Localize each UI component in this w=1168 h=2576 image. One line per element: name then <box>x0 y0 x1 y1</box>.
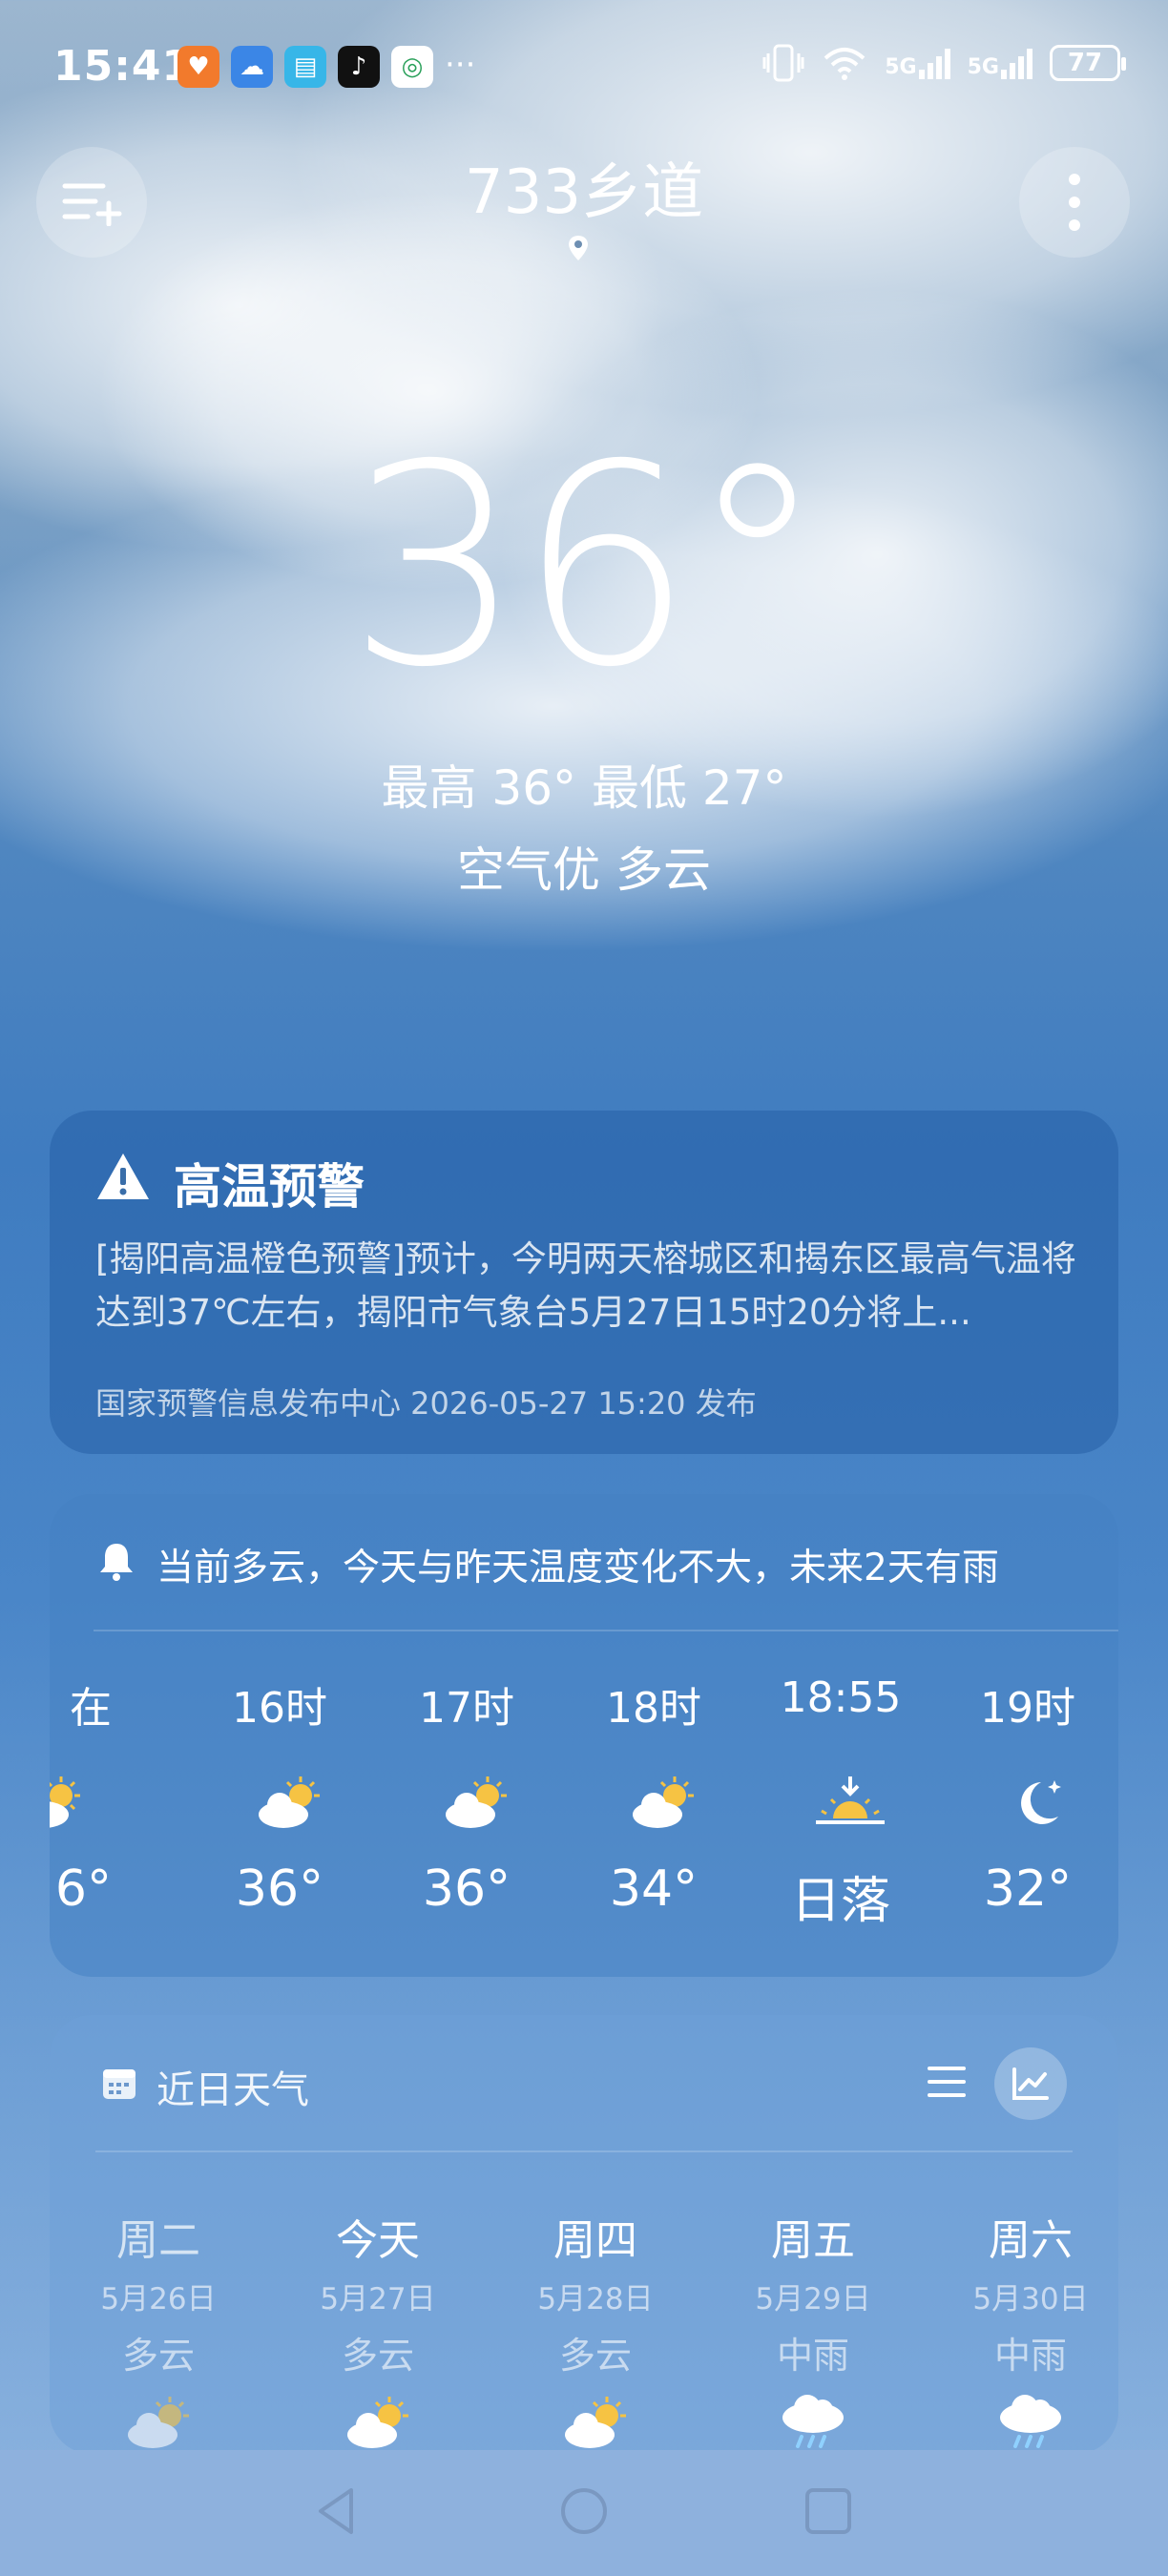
sunset-label: 日落 <box>790 1873 890 1930</box>
location-pin-icon <box>569 236 588 260</box>
high-low-temperature: 最高 36° 最低 27° <box>381 760 787 816</box>
partly-cloudy-sun-icon <box>347 2397 408 2448</box>
system-navigation-bar <box>0 2450 1168 2576</box>
hour-label: 16时 <box>232 1684 327 1733</box>
home-nav-icon[interactable] <box>557 2484 611 2538</box>
rain-cloud-icon <box>782 2395 844 2448</box>
day-label: 周四 <box>553 2216 637 2265</box>
book-app-icon: ▤ <box>284 46 326 88</box>
date-label: 5月27日 <box>320 2282 436 2316</box>
weather-label: 中雨 <box>776 2335 849 2377</box>
hour-label: 18:55 <box>780 1673 902 1722</box>
chart-view-button[interactable] <box>994 2047 1067 2120</box>
hourly-scroll-row[interactable]: 在 6° 16时 36° 17时 36° 18时 34° 18:55 日落 19… <box>50 1673 1118 1960</box>
day-label: 今天 <box>336 2216 420 2265</box>
date-label: 5月29日 <box>755 2282 871 2316</box>
air-quality-condition[interactable]: 空气优 多云 <box>0 832 1168 901</box>
weather-summary: 当前多云，今天与昨天温度变化不大，未来2天有雨 <box>156 1547 999 1589</box>
hourly-divider <box>94 1630 1118 1631</box>
recents-nav-icon[interactable] <box>802 2484 855 2538</box>
day-label: 周五 <box>771 2216 855 2265</box>
more-notifications-icon: ··· <box>445 46 476 84</box>
partly-cloudy-sun-icon <box>259 1776 320 1828</box>
weather-label: 中雨 <box>993 2335 1067 2377</box>
hour-temperature: 34° <box>609 1860 699 1918</box>
partly-cloudy-sun-icon <box>128 2397 189 2448</box>
city-name: 733乡道 <box>464 157 704 228</box>
battery-level: 77 <box>1067 49 1103 77</box>
hour-label: 17时 <box>419 1684 514 1733</box>
signal-strength-icon-2: 5G <box>968 47 1032 79</box>
hour-label: 19时 <box>980 1684 1075 1733</box>
network-type-label: 5G <box>885 55 917 79</box>
weather-app-icon: ☁ <box>231 46 273 88</box>
status-bar: 15:41 ♥ ☁ ▤ ♪ ◎ ··· 5G 5G 77 <box>0 0 1168 134</box>
signal-strength-icon-1: 5G <box>885 47 950 79</box>
moon-star-icon <box>1021 1780 1061 1824</box>
notification-icons: ♥ ☁ ▤ ♪ ◎ <box>177 46 433 88</box>
weather-warning-card[interactable]: 高温预警 [揭阳高温橙色预警]预计，今明两天榕城区和揭东区最高气温将达到37℃左… <box>50 1111 1118 1454</box>
partly-cloudy-sun-icon <box>50 1776 80 1828</box>
day-label: 周二 <box>116 2216 200 2265</box>
line-chart-icon <box>1012 2067 1049 2100</box>
battery-icon: 77 <box>1050 45 1126 81</box>
current-temperature: 36° <box>346 406 826 728</box>
partly-cloudy-sun-icon <box>446 1776 507 1828</box>
vibrate-icon <box>762 44 804 82</box>
calendar-icon <box>103 2069 136 2099</box>
hour-label: 在 <box>70 1684 112 1733</box>
china-mobile-app-icon: ◎ <box>391 46 433 88</box>
shopping-app-icon: ♥ <box>177 46 219 88</box>
hourly-forecast-card: 当前多云，今天与昨天温度变化不大，未来2天有雨 在 6° 16时 36° 17时… <box>50 1494 1118 1977</box>
bell-icon <box>100 1544 133 1581</box>
back-nav-icon[interactable] <box>311 2484 365 2538</box>
hour-temperature: 36° <box>422 1860 511 1918</box>
tiktok-app-icon: ♪ <box>338 46 380 88</box>
more-vertical-icon <box>1069 174 1080 231</box>
hour-temperature: 36° <box>235 1860 324 1918</box>
list-view-icon[interactable] <box>926 2063 968 2101</box>
network-type-label: 5G <box>967 55 999 79</box>
date-label: 5月30日 <box>972 2282 1089 2316</box>
sunset-icon <box>816 1776 885 1824</box>
warning-source: 国家预警信息发布中心 2026-05-27 15:20 发布 <box>95 1385 757 1422</box>
status-time: 15:41 <box>53 42 193 91</box>
rain-cloud-icon <box>1000 2395 1061 2448</box>
hour-temperature: 6° <box>54 1860 112 1918</box>
warning-triangle-icon <box>97 1153 149 1199</box>
weather-label: 多云 <box>121 2335 195 2377</box>
daily-forecast-card: 近日天气 周二 5月26日 多云 今天 5月27日 多云 周四 5月28日 多云… <box>50 2015 1118 2454</box>
daily-title: 近日天气 <box>156 2068 309 2112</box>
date-label: 5月28日 <box>537 2282 654 2316</box>
partly-cloudy-sun-icon <box>633 1776 694 1828</box>
hour-label: 18时 <box>606 1684 701 1733</box>
warning-body: [揭阳高温橙色预警]预计，今明两天榕城区和揭东区最高气温将达到37℃左右，揭阳市… <box>95 1238 1076 1333</box>
weather-label: 多云 <box>341 2335 414 2377</box>
system-icons: 5G 5G 77 <box>762 44 1126 82</box>
more-options-button[interactable] <box>1019 147 1130 258</box>
daily-divider <box>95 2150 1073 2152</box>
weather-label: 多云 <box>558 2335 632 2377</box>
day-label: 周六 <box>989 2216 1073 2265</box>
wifi-icon <box>824 48 866 80</box>
warning-title: 高温预警 <box>174 1159 365 1215</box>
hour-temperature: 32° <box>983 1860 1073 1918</box>
date-label: 5月26日 <box>100 2282 217 2316</box>
partly-cloudy-sun-icon <box>565 2397 626 2448</box>
